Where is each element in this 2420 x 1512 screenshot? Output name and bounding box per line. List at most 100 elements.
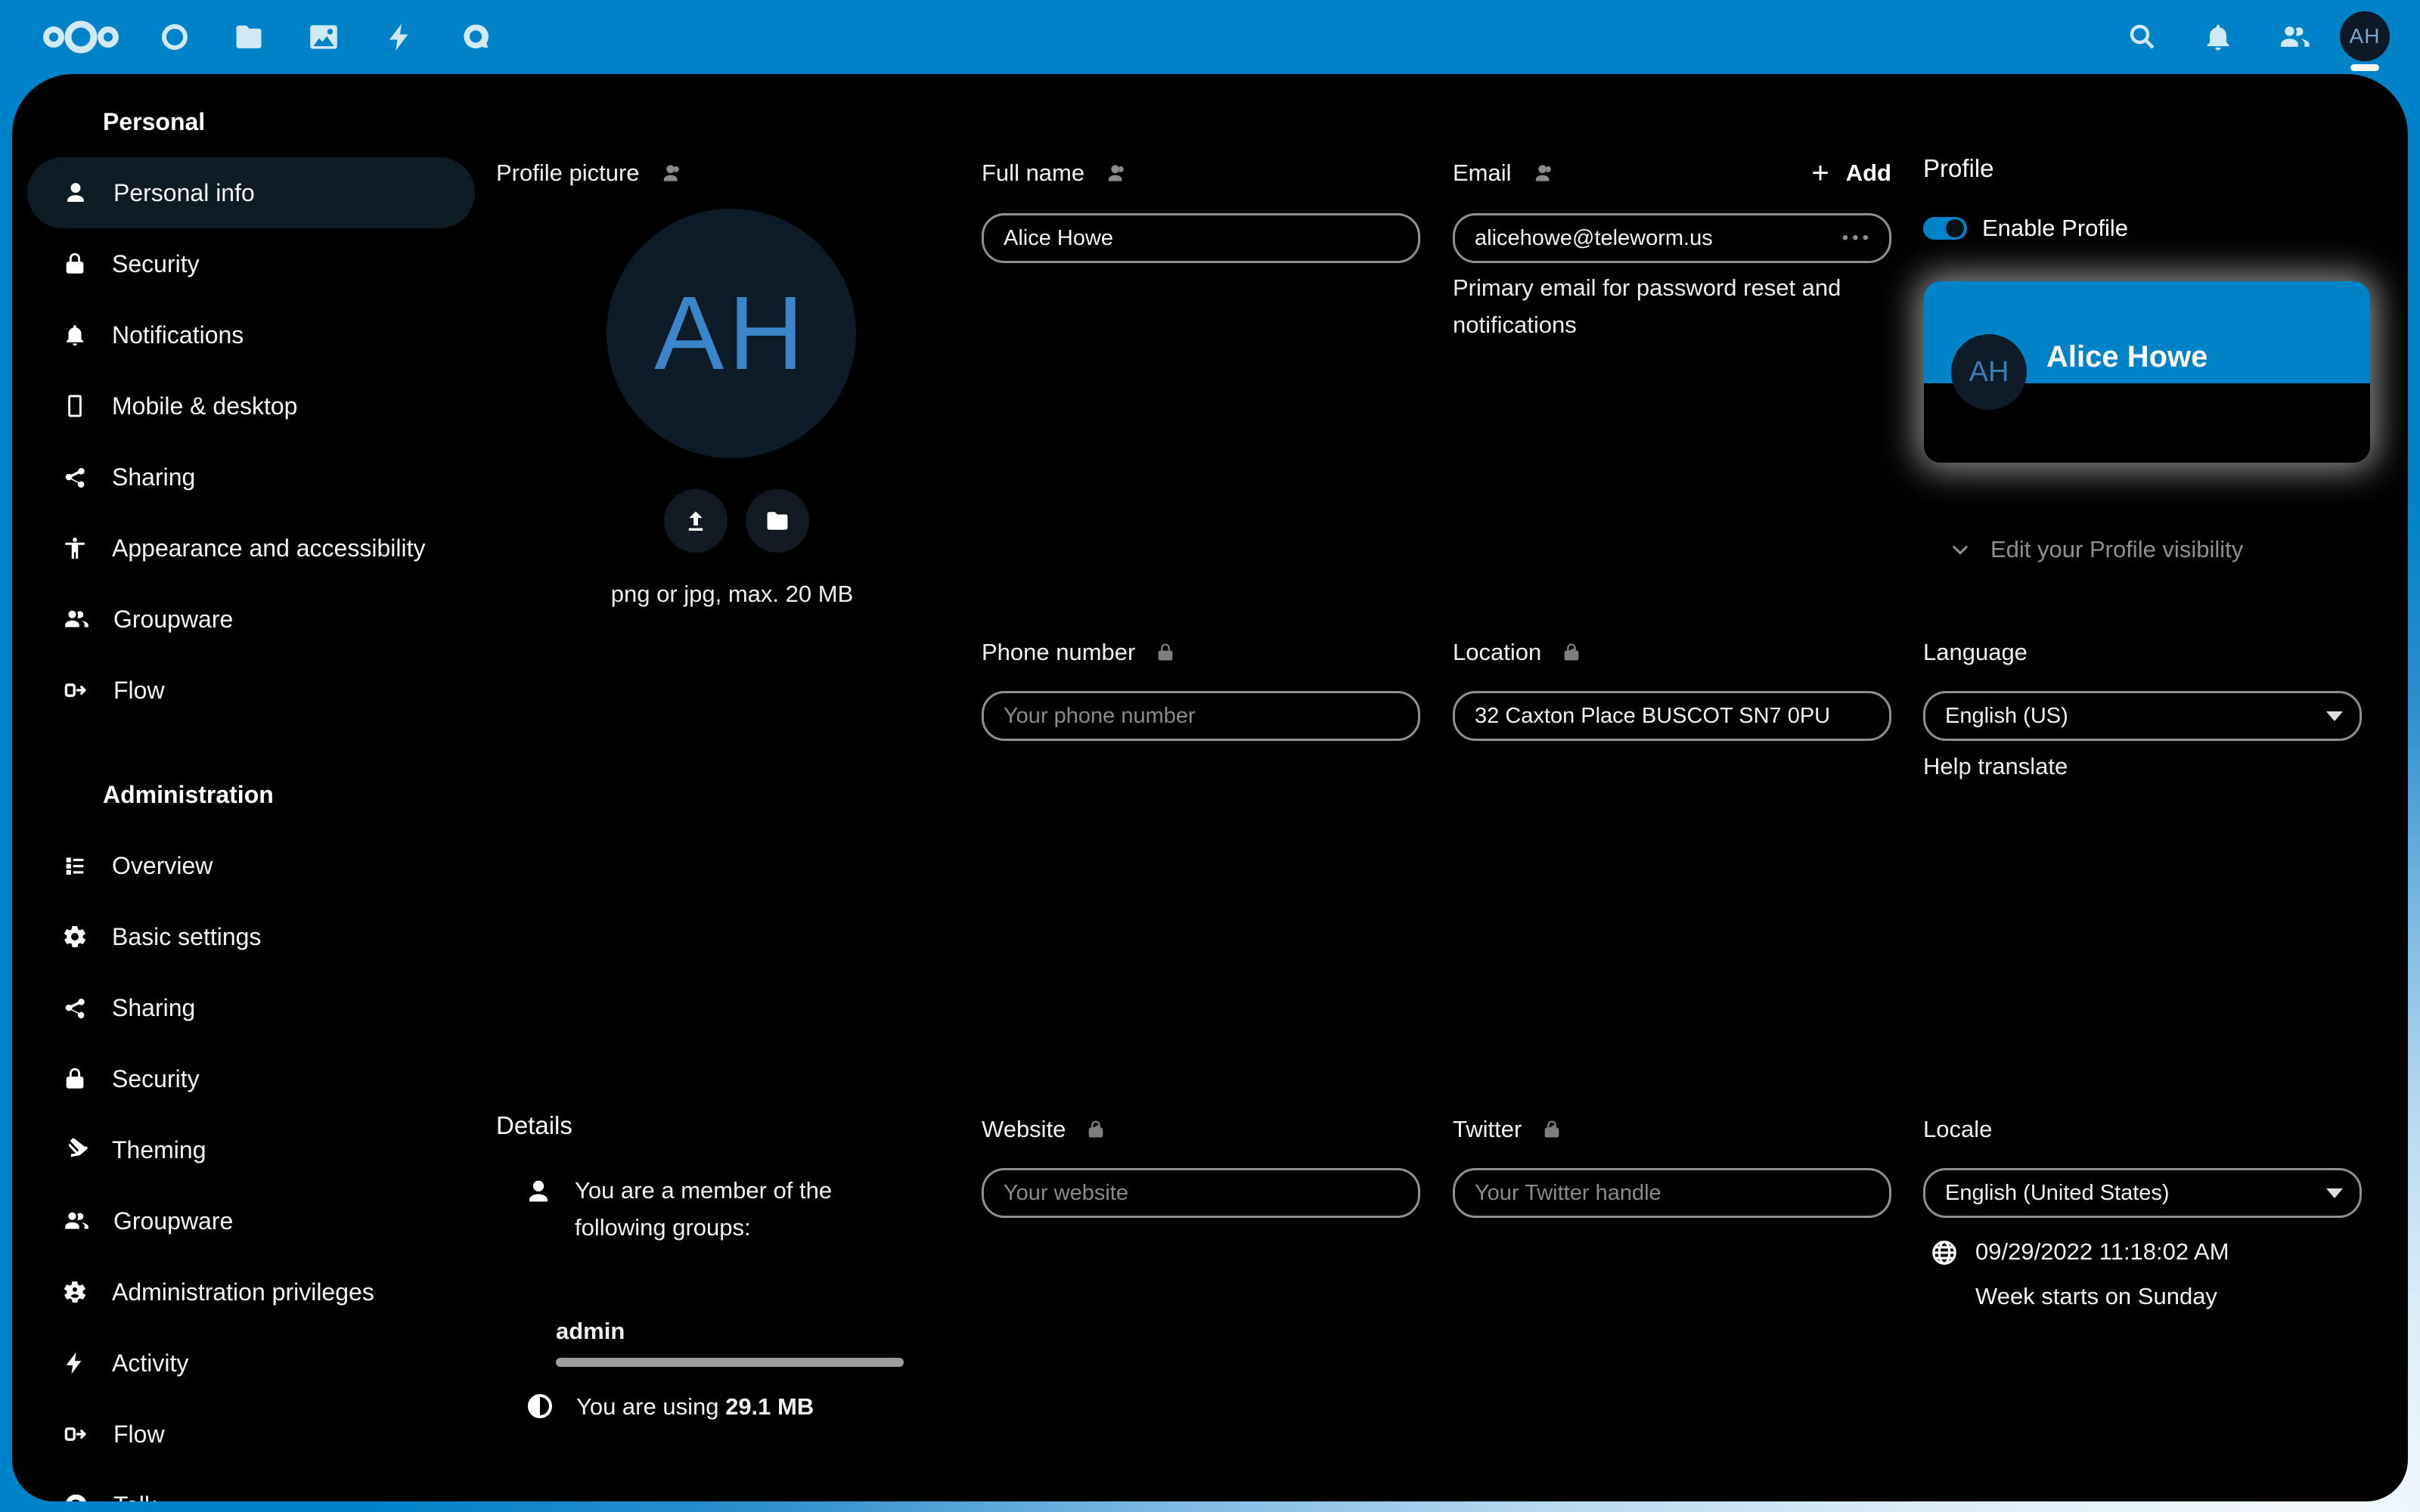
sidebar-item-admin-sharing[interactable]: Sharing [27, 972, 475, 1043]
upload-avatar-button[interactable] [664, 489, 728, 553]
sidebar-item-label: Sharing [112, 463, 195, 491]
sidebar-item-admin-groupware[interactable]: Groupware [27, 1185, 475, 1256]
talk-icon [62, 1492, 89, 1501]
sidebar-item-sharing[interactable]: Sharing [27, 442, 475, 513]
sidebar-item-administration-privileges[interactable]: Administration privileges [27, 1256, 475, 1328]
contacts-icon [62, 1207, 89, 1235]
language-select[interactable]: English (US) [1923, 691, 2362, 741]
profile-avatar: AH [607, 209, 856, 458]
profile-card-name: Alice Howe [2046, 340, 2207, 374]
sidebar-item-admin-activity[interactable]: Activity [27, 1328, 475, 1399]
sidebar-item-label: Flow [113, 1421, 165, 1448]
profile-card-avatar: AH [1951, 334, 2027, 410]
search-button[interactable] [2120, 0, 2165, 74]
profile-preview-card: AH Alice Howe [1924, 281, 2370, 463]
chevron-down-icon [1950, 539, 1971, 560]
sidebar-item-flow[interactable]: Flow [27, 655, 475, 726]
sidebar-item-groupware[interactable]: Groupware [27, 584, 475, 655]
quota-text-prefix: You are using [576, 1393, 725, 1420]
phone-input[interactable] [982, 691, 1420, 741]
sidebar-item-admin-flow[interactable]: Flow [27, 1399, 475, 1470]
locale-datetime-row: 09/29/2022 11:18:02 AM [1930, 1238, 2229, 1267]
website-label-row: Website [982, 1111, 1420, 1148]
enable-profile-toggle-row[interactable]: Enable Profile [1923, 215, 2128, 242]
email-options-icon[interactable]: ••• [1842, 228, 1872, 249]
sidebar-item-label: Basic settings [112, 923, 261, 951]
scope-private-lock-icon[interactable] [1561, 642, 1582, 663]
sidebar-item-admin-talk[interactable]: Talk [27, 1470, 475, 1501]
sidebar-item-label: Notifications [112, 321, 244, 349]
sidebar-item-overview[interactable]: Overview [27, 830, 475, 901]
sidebar-item-notifications[interactable]: Notifications [27, 299, 475, 370]
profile-avatar-initials: AH [654, 274, 808, 394]
email-input[interactable]: alicehowe@teleworm.us ••• [1453, 213, 1891, 263]
notifications-button[interactable] [2195, 0, 2241, 74]
add-email-button[interactable]: + Add [1811, 158, 1891, 188]
activity-icon [62, 1350, 88, 1376]
sidebar-item-label: Security [112, 250, 200, 278]
edit-profile-visibility-button[interactable]: Edit your Profile visibility [1950, 536, 2243, 563]
app-files[interactable] [226, 0, 271, 74]
scope-private-lock-icon[interactable] [1541, 1119, 1562, 1140]
scope-federated-icon[interactable] [659, 161, 684, 185]
nextcloud-logo-icon [37, 14, 125, 60]
full-name-input[interactable] [982, 213, 1420, 263]
gear-account-icon [62, 1279, 88, 1305]
smartphone-icon [62, 393, 88, 419]
twitter-input[interactable] [1453, 1168, 1891, 1218]
user-avatar[interactable]: AH [2340, 11, 2390, 61]
sidebar-item-personal-info[interactable]: Personal info [27, 157, 475, 228]
sidebar-item-security[interactable]: Security [27, 228, 475, 299]
folder-icon [763, 507, 792, 535]
search-icon [2127, 21, 2158, 53]
sidebar-heading-administration: Administration [27, 759, 475, 830]
scope-private-lock-icon[interactable] [1085, 1119, 1106, 1140]
sidebar-item-label: Personal info [113, 179, 255, 207]
email-label-row: Email + Add [1453, 155, 1891, 191]
locale-datetime: 09/29/2022 11:18:02 AM [1975, 1238, 2229, 1266]
talk-icon [460, 21, 492, 53]
language-label-row: Language [1923, 634, 2362, 671]
gear-icon [62, 924, 88, 950]
phone-label: Phone number [982, 639, 1135, 666]
sidebar-item-appearance-accessibility[interactable]: Appearance and accessibility [27, 513, 475, 584]
full-name-label: Full name [982, 160, 1084, 187]
dropdown-caret-icon [2326, 1188, 2343, 1198]
sidebar-item-theming[interactable]: Theming [27, 1114, 475, 1185]
phone-label-row: Phone number [982, 634, 1420, 671]
contacts-icon [62, 606, 89, 633]
add-email-label: Add [1846, 160, 1891, 187]
help-translate-link[interactable]: Help translate [1923, 753, 2068, 780]
nextcloud-logo[interactable] [32, 0, 130, 74]
sidebar-item-basic-settings[interactable]: Basic settings [27, 901, 475, 972]
share-icon [62, 464, 88, 490]
website-input[interactable] [982, 1168, 1420, 1218]
sidebar-item-label: Activity [112, 1349, 188, 1377]
group-membership-row: You are a member of the following groups… [523, 1172, 855, 1246]
sidebar-item-mobile-desktop[interactable]: Mobile & desktop [27, 370, 475, 442]
account-icon [523, 1176, 554, 1207]
app-talk[interactable] [453, 0, 498, 74]
scope-federated-icon[interactable] [1531, 161, 1556, 185]
app-dashboard[interactable] [152, 0, 197, 74]
locale-select[interactable]: English (United States) [1923, 1168, 2362, 1218]
choose-from-files-button[interactable] [746, 489, 809, 553]
scope-private-lock-icon[interactable] [1155, 642, 1176, 663]
app-activity[interactable] [377, 0, 423, 74]
scope-federated-icon[interactable] [1104, 161, 1128, 185]
enable-profile-toggle[interactable] [1923, 217, 1967, 240]
quota-value: 29.1 MB [725, 1393, 814, 1420]
profile-heading: Profile [1923, 154, 1994, 183]
twitter-label: Twitter [1453, 1116, 1522, 1143]
location-input[interactable] [1453, 691, 1891, 741]
sidebar-item-label: Talk [113, 1492, 157, 1502]
email-helper-text: Primary email for password reset and not… [1453, 269, 1884, 343]
locale-value: English (United States) [1945, 1181, 2326, 1206]
app-photos[interactable] [301, 0, 346, 74]
sidebar-item-admin-security[interactable]: Security [27, 1043, 475, 1114]
contacts-menu-button[interactable] [2271, 0, 2316, 74]
group-membership-text: You are a member of the following groups… [575, 1172, 855, 1246]
toggle-knob [1946, 219, 1964, 237]
edit-profile-visibility-label: Edit your Profile visibility [1990, 536, 2243, 563]
locale-week-start: Week starts on Sunday [1975, 1278, 2217, 1315]
